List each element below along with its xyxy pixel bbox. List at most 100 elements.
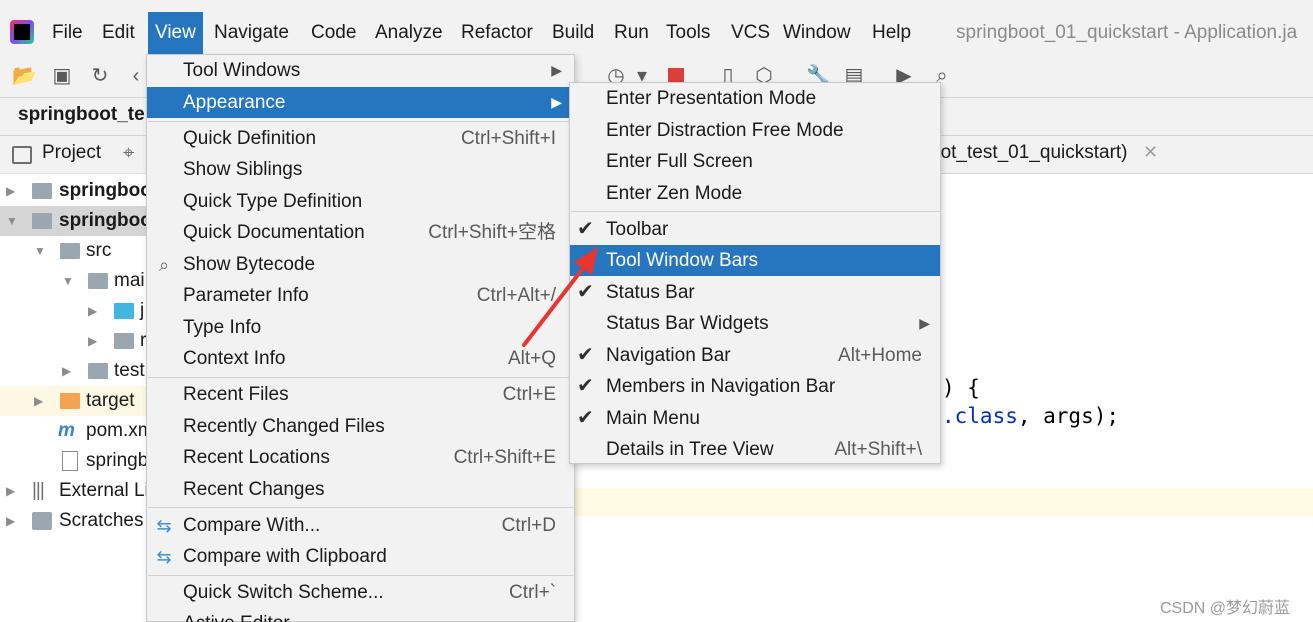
project-panel-label[interactable]: Project: [42, 142, 101, 164]
menu-item-quick-definition[interactable]: Quick Definition Ctrl+Shift+I: [147, 123, 574, 154]
menu-item-recently-changed-files[interactable]: Recently Changed Files: [147, 411, 574, 442]
menu-item-active-editor[interactable]: Active Editor: [147, 608, 574, 622]
menu-item-type-info[interactable]: Type Info: [147, 312, 574, 343]
menu-run[interactable]: Run: [607, 12, 656, 54]
menu-item-compare-clipboard[interactable]: ⇆ Compare with Clipboard: [147, 541, 574, 572]
tree-item[interactable]: ▼ springboo: [0, 206, 160, 236]
menu-item-quick-type-definition[interactable]: Quick Type Definition: [147, 186, 574, 217]
submenu-item-status-bar[interactable]: ✔ Status Bar: [570, 277, 940, 308]
menu-separator: [148, 575, 575, 576]
menu-build[interactable]: Build: [545, 12, 601, 54]
menu-item-recent-changes[interactable]: Recent Changes: [147, 474, 574, 505]
tree-item[interactable]: ▶ ||| External Li: [0, 476, 160, 506]
menu-item-context-info[interactable]: Context Info Alt+Q: [147, 343, 574, 374]
close-icon[interactable]: ✕: [1143, 142, 1158, 163]
menu-item-label: Show Siblings: [183, 159, 303, 180]
menu-analyze[interactable]: Analyze: [368, 12, 450, 54]
tree-item[interactable]: springb: [0, 446, 160, 476]
submenu-item-status-bar-widgets[interactable]: Status Bar Widgets ▶: [570, 308, 940, 339]
menu-item-quick-switch-scheme[interactable]: Quick Switch Scheme... Ctrl+`: [147, 577, 574, 608]
menu-item-appearance[interactable]: Appearance ▶: [147, 87, 574, 118]
menu-item-recent-files[interactable]: Recent Files Ctrl+E: [147, 379, 574, 410]
menu-file[interactable]: File: [45, 12, 90, 54]
submenu-item-details-tree-view[interactable]: Details in Tree View Alt+Shift+\: [570, 434, 940, 465]
menu-item-tool-windows[interactable]: Tool Windows ▶: [147, 55, 574, 86]
menu-tools[interactable]: Tools: [659, 12, 717, 54]
menu-shortcut: Ctrl+Shift+E: [453, 447, 556, 468]
tree-item[interactable]: ▶ r: [0, 326, 160, 356]
menu-item-show-siblings[interactable]: Show Siblings: [147, 154, 574, 185]
menu-item-label: Tool Window Bars: [606, 250, 759, 271]
menu-navigate[interactable]: Navigate: [207, 12, 296, 54]
open-folder-icon[interactable]: 📂: [12, 64, 37, 88]
expand-arrow-icon[interactable]: ▶: [62, 356, 71, 386]
menu-item-label: Parameter Info: [183, 285, 309, 306]
expand-arrow-icon[interactable]: ▶: [34, 386, 43, 416]
resources-folder-icon: [114, 333, 134, 349]
menu-item-label: Recent Files: [183, 384, 289, 405]
menu-item-show-bytecode[interactable]: ⌕ Show Bytecode: [147, 249, 574, 280]
submenu-item-members-nav-bar[interactable]: ✔ Members in Navigation Bar: [570, 371, 940, 402]
menu-shortcut: Ctrl+E: [502, 384, 556, 405]
menu-separator: [148, 507, 575, 508]
menu-help[interactable]: Help: [865, 12, 918, 54]
tree-item[interactable]: ▶ springboo: [0, 176, 160, 206]
submenu-item-distraction-free[interactable]: Enter Distraction Free Mode: [570, 115, 940, 146]
tree-item[interactable]: ▶ j: [0, 296, 160, 326]
window-title: springboot_01_quickstart - Application.j…: [956, 22, 1298, 43]
menu-code[interactable]: Code: [304, 12, 363, 54]
tree-item-label: External Li: [59, 480, 149, 501]
editor-tab[interactable]: oot_test_01_quickstart): [930, 142, 1128, 164]
collapse-arrow-icon[interactable]: ▼: [62, 266, 74, 296]
expand-arrow-icon[interactable]: ▶: [88, 326, 97, 356]
tree-item[interactable]: ▶ target: [0, 386, 160, 416]
menu-separator: [571, 211, 941, 212]
menu-edit[interactable]: Edit: [95, 12, 142, 54]
menu-item-label: Navigation Bar: [606, 345, 731, 366]
submenu-arrow-icon: ▶: [919, 315, 930, 331]
code-text: , args);: [1017, 404, 1120, 428]
menu-item-recent-locations[interactable]: Recent Locations Ctrl+Shift+E: [147, 442, 574, 473]
tree-item[interactable]: ▶ Scratches: [0, 506, 160, 536]
menu-refactor[interactable]: Refactor: [454, 12, 540, 54]
expand-arrow-icon[interactable]: ▶: [6, 476, 15, 506]
submenu-item-presentation-mode[interactable]: Enter Presentation Mode: [570, 83, 940, 114]
menu-item-compare-with[interactable]: ⇆ Compare With... Ctrl+D: [147, 510, 574, 541]
menu-item-label: Toolbar: [606, 219, 669, 240]
submenu-item-tool-window-bars[interactable]: Tool Window Bars: [570, 245, 940, 276]
code-line: .class, args);: [942, 404, 1119, 428]
submenu-item-toolbar[interactable]: ✔ Toolbar: [570, 214, 940, 245]
checkmark-icon: ✔: [577, 407, 594, 429]
collapse-arrow-icon[interactable]: ▼: [6, 206, 18, 236]
menu-item-label: Compare With...: [183, 515, 321, 536]
menu-item-quick-documentation[interactable]: Quick Documentation Ctrl+Shift+空格: [147, 217, 574, 248]
breadcrumb[interactable]: springboot_te: [18, 104, 145, 126]
tree-item[interactable]: ▶ test: [0, 356, 160, 386]
menu-vcs[interactable]: VCS: [724, 12, 777, 54]
tree-item[interactable]: ▼ mai: [0, 266, 160, 296]
collapse-arrow-icon[interactable]: ▼: [34, 236, 46, 266]
expand-arrow-icon[interactable]: ▶: [6, 506, 15, 536]
tree-item[interactable]: m pom.xm: [0, 416, 160, 446]
submenu-item-navigation-bar[interactable]: ✔ Navigation Bar Alt+Home: [570, 340, 940, 371]
submenu-item-zen-mode[interactable]: Enter Zen Mode: [570, 178, 940, 209]
menu-separator: [148, 121, 575, 122]
menu-shortcut: Ctrl+Shift+I: [460, 128, 556, 149]
locate-target-icon[interactable]: ⌖: [123, 142, 134, 165]
expand-arrow-icon[interactable]: ▶: [88, 296, 97, 326]
tree-item[interactable]: ▼ src: [0, 236, 160, 266]
menu-item-label: Enter Full Screen: [606, 151, 753, 172]
menu-item-label: Enter Zen Mode: [606, 183, 743, 204]
submenu-item-full-screen[interactable]: Enter Full Screen: [570, 146, 940, 177]
menu-window[interactable]: Window: [776, 12, 858, 54]
menu-item-label: Quick Switch Scheme...: [183, 582, 384, 603]
submenu-item-main-menu[interactable]: ✔ Main Menu: [570, 403, 940, 434]
menu-item-parameter-info[interactable]: Parameter Info Ctrl+Alt+/: [147, 280, 574, 311]
expand-arrow-icon[interactable]: ▶: [6, 176, 15, 206]
menu-view[interactable]: View: [148, 12, 203, 54]
folder-icon: [88, 273, 108, 289]
sync-icon[interactable]: ↻: [88, 64, 112, 88]
save-icon[interactable]: ▣: [50, 64, 74, 88]
scratches-icon: [32, 512, 52, 530]
back-icon[interactable]: ‹: [124, 64, 148, 88]
